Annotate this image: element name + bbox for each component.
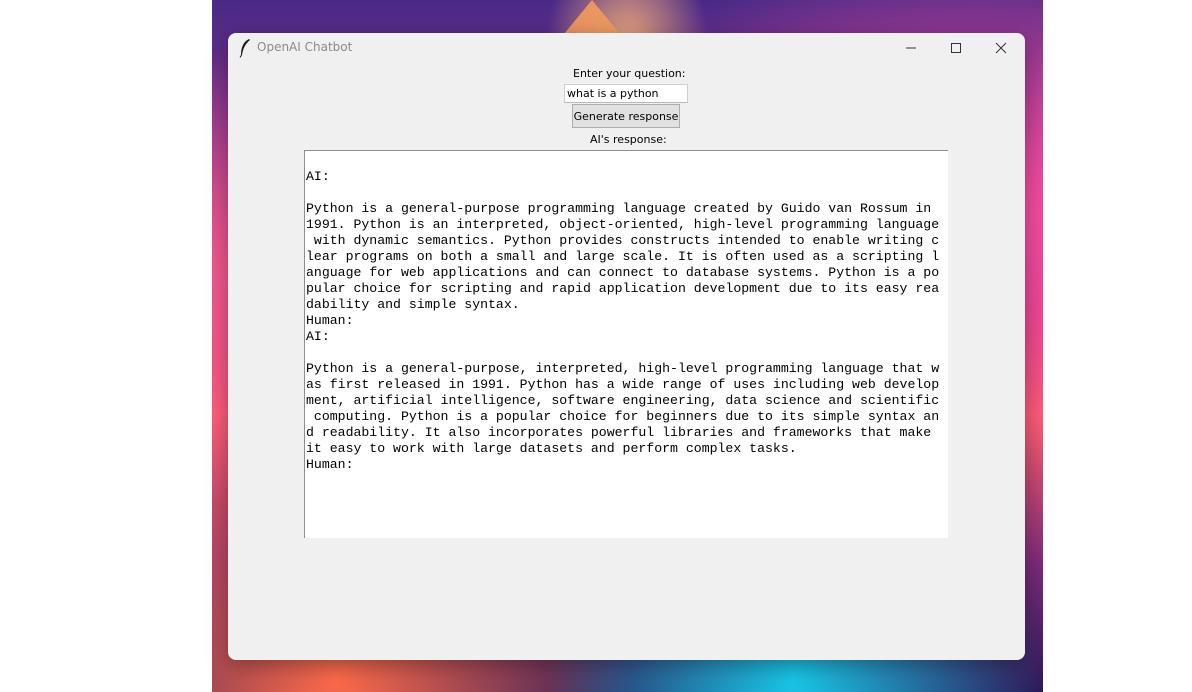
response-line: it easy to work with large datasets and …	[306, 441, 797, 456]
response-line: AI:	[306, 329, 330, 344]
response-line: AI:	[306, 169, 330, 184]
response-line: ment, artificial intelligence, software …	[306, 393, 940, 408]
response-line: with dynamic semantics. Python provides …	[306, 233, 940, 248]
maximize-icon	[950, 39, 962, 58]
question-input[interactable]	[564, 84, 688, 103]
response-line: Python is a general-purpose programming …	[306, 201, 932, 216]
response-line: Human:	[306, 457, 354, 472]
title-bar[interactable]: OpenAI Chatbot	[228, 33, 1025, 63]
response-line: as first released in 1991. Python has a …	[306, 377, 940, 392]
response-line: anguage for web applications and can con…	[306, 265, 940, 280]
minimize-button[interactable]	[888, 33, 934, 63]
response-text: AI: Python is a general-purpose programm…	[305, 151, 948, 473]
response-line: Human:	[306, 313, 354, 328]
response-line: Python is a general-purpose, interpreted…	[306, 361, 940, 376]
generate-response-button[interactable]: Generate response	[572, 104, 680, 128]
close-icon	[995, 39, 1007, 58]
response-line: 1991. Python is an interpreted, object-o…	[306, 217, 940, 232]
question-label: Enter your question:	[573, 67, 686, 80]
maximize-button[interactable]	[933, 33, 979, 63]
minimize-icon	[905, 39, 917, 58]
response-label: AI's response:	[590, 133, 667, 146]
feather-icon	[238, 38, 252, 58]
response-line: d readability. It also incorporates powe…	[306, 425, 932, 440]
response-line: pular choice for scripting and rapid app…	[306, 281, 940, 296]
close-button[interactable]	[978, 33, 1024, 63]
window-title: OpenAI Chatbot	[257, 40, 353, 54]
response-line: computing. Python is a popular choice fo…	[306, 409, 940, 424]
wallpaper-peak	[564, 0, 620, 34]
response-line: lear programs on both a small and large …	[306, 249, 940, 264]
response-line: dability and simple syntax.	[306, 297, 520, 312]
app-window: OpenAI Chatbot Enter your question: Gene…	[228, 33, 1025, 660]
response-textarea[interactable]: AI: Python is a general-purpose programm…	[304, 150, 948, 538]
